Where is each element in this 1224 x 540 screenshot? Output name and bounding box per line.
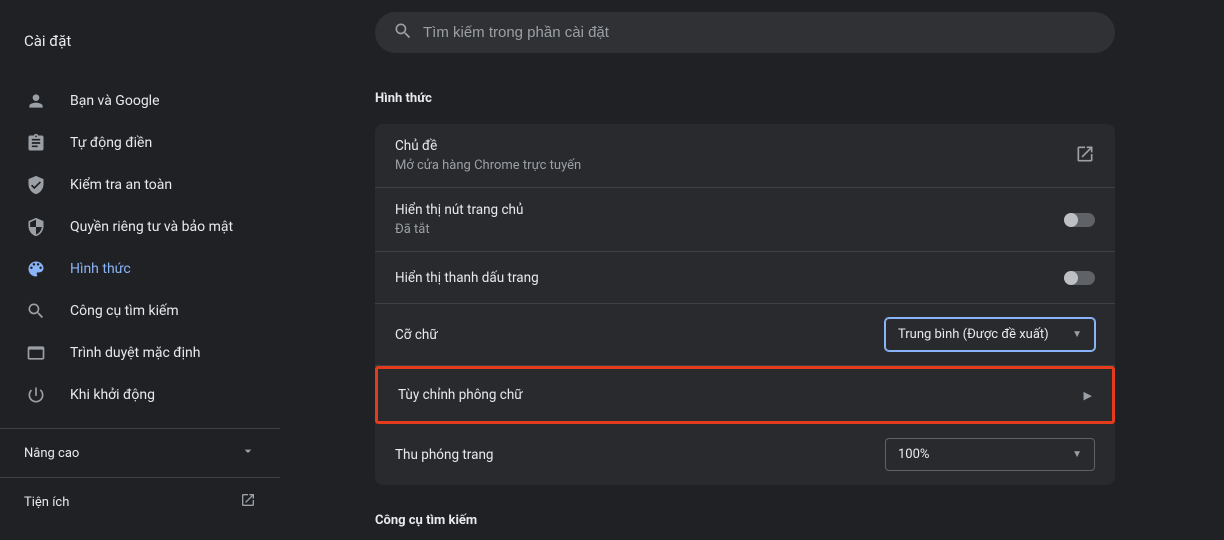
browser-icon xyxy=(26,343,46,363)
search-engine-section-title: Công cụ tìm kiếm xyxy=(375,513,1188,528)
page-zoom-select[interactable]: 100% ▼ xyxy=(885,438,1095,471)
advanced-label: Nâng cao xyxy=(24,446,79,461)
nav-label: Quyền riêng tư và bảo mật xyxy=(70,219,233,235)
appearance-card: Chủ đề Mở cửa hàng Chrome trực tuyến Hiể… xyxy=(375,124,1115,485)
sidebar-item-privacy-security[interactable]: Quyền riêng tư và bảo mật xyxy=(0,206,264,248)
theme-title: Chủ đề xyxy=(395,138,581,154)
customize-fonts-highlight: Tùy chỉnh phông chữ ▶ xyxy=(375,366,1115,424)
theme-subtitle: Mở cửa hàng Chrome trực tuyến xyxy=(395,158,581,173)
nav-label: Bạn và Google xyxy=(70,93,160,109)
bookmarks-bar-title: Hiển thị thanh dấu trang xyxy=(395,270,539,286)
sidebar-item-appearance[interactable]: Hình thức xyxy=(0,248,264,290)
nav-label: Trình duyệt mặc định xyxy=(70,345,201,361)
sidebar-item-autofill[interactable]: Tự động điền xyxy=(0,122,264,164)
font-size-title: Cỡ chữ xyxy=(395,327,438,343)
chevron-down-icon: ▼ xyxy=(1072,449,1082,460)
nav-label: Công cụ tìm kiếm xyxy=(70,303,179,319)
shield-check-icon xyxy=(26,175,46,195)
page-zoom-value: 100% xyxy=(898,447,929,462)
customize-fonts-row[interactable]: Tùy chỉnh phông chữ ▶ xyxy=(378,369,1112,421)
bookmarks-bar-toggle[interactable] xyxy=(1065,271,1095,285)
sidebar-item-search-engine[interactable]: Công cụ tìm kiếm xyxy=(0,290,264,332)
person-icon xyxy=(26,91,46,111)
shield-icon xyxy=(26,217,46,237)
theme-row[interactable]: Chủ đề Mở cửa hàng Chrome trực tuyến xyxy=(375,124,1115,188)
home-button-subtitle: Đã tắt xyxy=(395,222,523,237)
home-button-toggle[interactable] xyxy=(1065,213,1095,227)
bookmarks-bar-row: Hiển thị thanh dấu trang xyxy=(375,252,1115,304)
open-in-new-icon xyxy=(240,492,256,512)
home-button-title: Hiển thị nút trang chủ xyxy=(395,202,523,218)
appearance-section-title: Hình thức xyxy=(375,91,1188,106)
nav-list: Bạn và Google Tự động điền Kiểm tra an t… xyxy=(0,80,280,416)
search-icon xyxy=(26,301,46,321)
open-in-new-icon xyxy=(1075,144,1095,168)
chevron-right-icon: ▶ xyxy=(1084,389,1092,402)
search-icon xyxy=(393,21,413,45)
app-title: Cài đặt xyxy=(0,18,280,80)
nav-label: Kiểm tra an toàn xyxy=(70,177,172,193)
chevron-down-icon xyxy=(240,443,256,463)
palette-icon xyxy=(26,259,46,279)
sidebar-item-default-browser[interactable]: Trình duyệt mặc định xyxy=(0,332,264,374)
clipboard-icon xyxy=(26,133,46,153)
nav-label: Tự động điền xyxy=(70,135,152,151)
nav-label: Khi khởi động xyxy=(70,387,155,403)
sidebar-advanced-toggle[interactable]: Nâng cao xyxy=(0,428,280,478)
font-size-select[interactable]: Trung bình (Được đề xuất) ▼ xyxy=(885,318,1095,351)
power-icon xyxy=(26,385,46,405)
chevron-down-icon: ▼ xyxy=(1072,329,1082,340)
nav-label: Hình thức xyxy=(70,261,131,277)
page-zoom-row: Thu phóng trang 100% ▼ xyxy=(375,424,1115,485)
customize-fonts-title: Tùy chỉnh phông chữ xyxy=(398,387,523,403)
extensions-label: Tiện ích xyxy=(24,495,69,510)
settings-main: Hình thức Chủ đề Mở cửa hàng Chrome trực… xyxy=(280,0,1224,540)
settings-search-input[interactable] xyxy=(375,12,1115,53)
font-size-value: Trung bình (Được đề xuất) xyxy=(898,327,1049,342)
font-size-row: Cỡ chữ Trung bình (Được đề xuất) ▼ xyxy=(375,304,1115,366)
sidebar-item-on-startup[interactable]: Khi khởi động xyxy=(0,374,264,416)
search-wrap xyxy=(375,12,1188,53)
sidebar-extensions-link[interactable]: Tiện ích xyxy=(0,478,280,526)
settings-sidebar: Cài đặt Bạn và Google Tự động điền Kiểm … xyxy=(0,0,280,540)
sidebar-item-safety-check[interactable]: Kiểm tra an toàn xyxy=(0,164,264,206)
sidebar-item-you-and-google[interactable]: Bạn và Google xyxy=(0,80,264,122)
page-zoom-title: Thu phóng trang xyxy=(395,447,494,463)
home-button-row: Hiển thị nút trang chủ Đã tắt xyxy=(375,188,1115,252)
